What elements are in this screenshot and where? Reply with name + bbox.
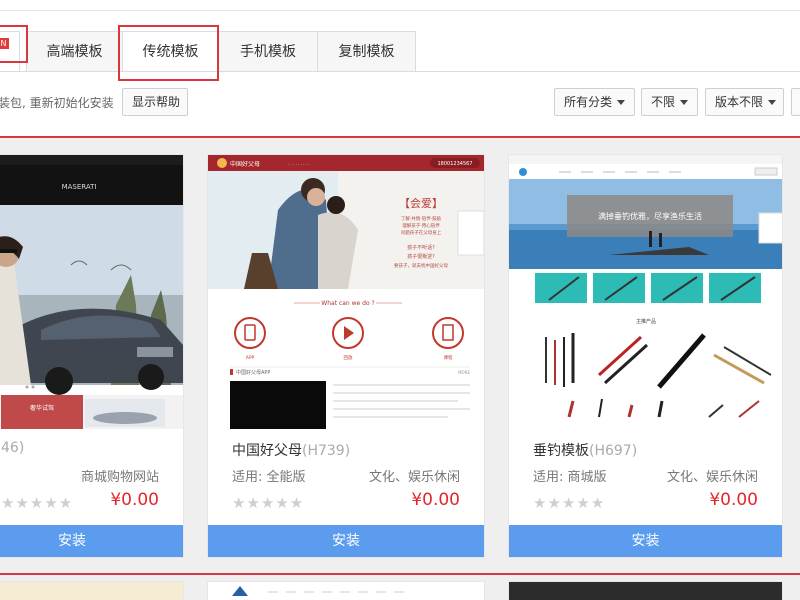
thumbnail-banner-text: 满掉垂钓优雅，尽享渔乐生活 [598,211,702,221]
template-card-partial[interactable] [207,581,485,600]
thumbnail-line: 要孩子，就去找中国好父母 [394,262,448,269]
template-info: 46) 商城购物网站 ★★★★★ ¥0.00 [0,429,183,526]
limit-filter-label: 不限 [651,95,676,109]
rating-stars: ★★★★★ [533,494,606,512]
chevron-down-icon [617,100,626,105]
chevron-down-icon [768,100,777,105]
tab-partial[interactable]: N [0,31,20,72]
template-info: 垂钓模板(H697) 适用: 商城版 文化、娱乐休闲 ★★★★★ ¥0.00 [509,429,782,526]
template-price: ¥0.00 [411,490,460,510]
category-filter-label: 所有分类 [564,95,613,109]
template-card-partial[interactable] [508,581,783,600]
template-thumbnail[interactable]: 中国好父母 · · · · · · · · · 18001234567 【会爱】… [208,155,484,429]
show-help-button[interactable]: 显示帮助 [122,88,188,116]
tab-mobile-templates[interactable]: 手机模板 [218,31,318,72]
template-name[interactable]: 中国好父母(H739) [232,440,350,460]
template-thumbnail[interactable]: 满掉垂钓优雅，尽享渔乐生活 主推产品 [509,155,782,429]
install-button[interactable]: 安装 [509,525,782,557]
category-filter[interactable]: 所有分类 [554,88,635,116]
top-divider [0,10,800,11]
template-code: (H697) [589,443,638,459]
template-tabs: N 高端模板 传统模板 手机模板 复制模板 [0,31,800,72]
template-name[interactable]: 46) [1,440,24,456]
highlight-line [0,573,800,575]
limit-filter[interactable]: 不限 [641,88,698,116]
thumbnail-line: 了解·共情·陪伴·鼓励 [401,215,442,222]
maserati-logo-text: MASERATI [62,183,97,191]
template-fit: 适用: 全能版 [232,470,306,485]
thumbnail-icon-label: APP [246,355,255,361]
install-hint: 装包, 重新初始化安装 [0,96,114,110]
tab-copy-templates[interactable]: 复制模板 [317,31,416,72]
template-title: 垂钓模板 [533,443,589,459]
thumbnail-line: 问题孩子在父母身上 [401,229,442,236]
thumbnail-icon-label: 回放 [344,354,353,361]
version-filter[interactable]: 版本不限 [705,88,784,116]
template-title: 中国好父母 [232,443,302,459]
rating-stars: ★★★★★ [232,494,305,512]
template-card: 满掉垂钓优雅，尽享渔乐生活 主推产品 垂钓模板(H697) 适用: 商城版 文化… [508,154,783,558]
template-card: 中国好父母 · · · · · · · · · 18001234567 【会爱】… [207,154,485,558]
thumbnail-news-more: MORE [458,370,470,375]
template-fit: 适用: 商城版 [533,470,607,485]
toolbar: 装包, 重新初始化安装 显示帮助 所有分类 不限 版本不限 [0,86,800,118]
thumbnail-logo-text: 中国好父母 [230,160,260,168]
install-button[interactable]: 安装 [208,525,484,557]
thumbnail-phone-text: 18001234567 [438,161,473,167]
template-category: 文化、娱乐休闲 [368,470,460,485]
template-price: ¥0.00 [709,490,758,510]
template-category: 商城购物网站 [80,470,159,485]
tab-traditional-templates[interactable]: 传统模板 [122,31,219,72]
chevron-down-icon [680,100,689,105]
thumbnail-line: 理解孩子·用心陪伴 [402,222,440,229]
version-filter-label: 版本不限 [715,95,764,109]
highlight-line [0,136,800,138]
thumbnail-section-title: 主推产品 [636,318,656,325]
template-code: 46) [1,440,25,456]
extra-filter[interactable] [791,88,800,116]
tab-premium-templates[interactable]: 高端模板 [26,31,123,72]
template-info: 中国好父母(H739) 适用: 全能版 文化、娱乐休闲 ★★★★★ ¥0.00 [208,429,484,526]
template-code: (H739) [302,443,351,459]
thumbnail-line: 孩子很叛逆? [407,253,435,260]
template-price: ¥0.00 [110,490,159,510]
thumbnail-news-title: 中国好父母APP [236,369,270,376]
thumbnail-section-title: What can we do ? [321,300,374,307]
template-card-partial[interactable] [0,581,184,600]
thumbnail-line: 孩子不听话? [407,244,435,251]
thumbnail-heading: 【会爱】 [399,197,443,210]
thumbnail-icon-label: 课程 [444,354,453,361]
template-thumbnail[interactable]: MASERATI 奢华试驾 [0,155,183,429]
template-category: 文化、娱乐休闲 [666,470,758,485]
template-name[interactable]: 垂钓模板(H697) [533,440,637,460]
new-badge: N [0,38,9,49]
svg-text:· · · · · · · · ·: · · · · · · · · · [288,162,310,167]
install-button[interactable]: 安装 [0,525,183,557]
template-card: MASERATI 奢华试驾 46) 商城购物网站 ★★★★★ ¥0.00 安装 [0,154,184,558]
thumbnail-banner-text: 奢华试驾 [30,404,54,412]
rating-stars: ★★★★★ [1,494,74,512]
